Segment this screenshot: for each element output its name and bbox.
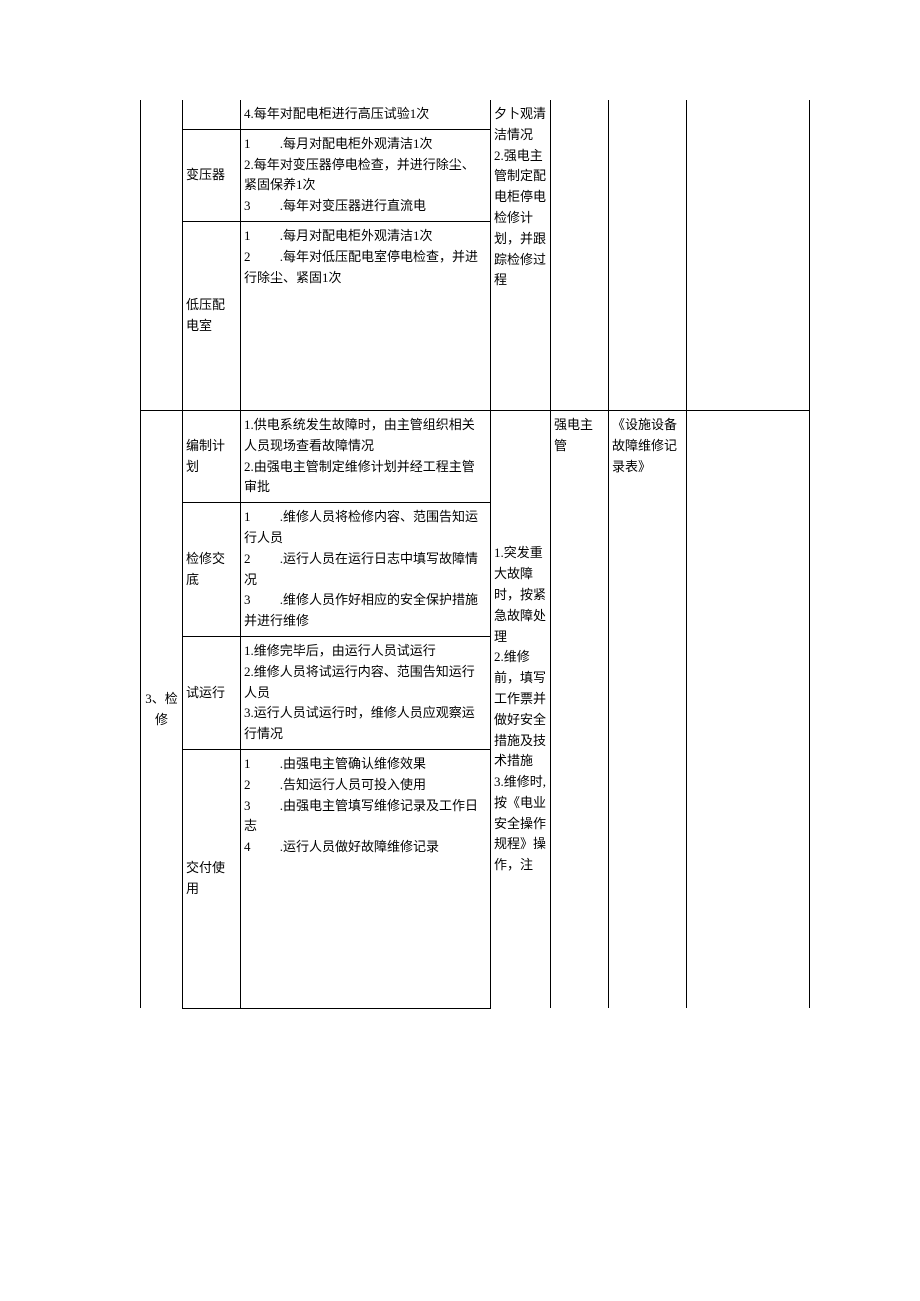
subitem-label: 检修交底 — [183, 503, 241, 637]
table-row: 4.每年对配电柜进行高压试验1次 夕卜观清洁情况 2.强电主管制定配电柜停电检修… — [141, 100, 810, 129]
empty-cell — [687, 410, 810, 1008]
form-cell — [609, 100, 687, 410]
procedure-cell: 1.供电系统发生故障时，由主管组织相关人员现场查看故障情况 2.由强电主管制定维… — [241, 410, 491, 502]
note-cell: 夕卜观清洁情况 2.强电主管制定配电柜停电检修计划，并跟踪检修过程 — [491, 100, 551, 410]
subitem-label: 编制计划 — [183, 410, 241, 502]
procedure-cell: 1.维修完毕后，由运行人员试运行 2.维修人员将试运行内容、范围告知运行人员 3… — [241, 636, 491, 749]
empty-cell — [687, 100, 810, 410]
procedure-cell: 1 .每月对配电柜外观清洁1次 2.每年对变压器停电检查，并进行除尘、紧固保养1… — [241, 129, 491, 221]
procedure-cell: 1 .每月对配电柜外观清洁1次 2 .每年对低压配电室停电检查，并进行除尘、紧固… — [241, 221, 491, 410]
subitem-label — [183, 100, 241, 129]
procedure-cell: 4.每年对配电柜进行高压试验1次 — [241, 100, 491, 129]
subitem-label: 试运行 — [183, 636, 241, 749]
subitem-label: 交付使用 — [183, 749, 241, 1008]
subitem-label: 变压器 — [183, 129, 241, 221]
main-table: 4.每年对配电柜进行高压试验1次 夕卜观清洁情况 2.强电主管制定配电柜停电检修… — [140, 100, 810, 1009]
section-label — [141, 100, 183, 410]
page: 4.每年对配电柜进行高压试验1次 夕卜观清洁情况 2.强电主管制定配电柜停电检修… — [0, 0, 920, 1301]
responsible-cell: 强电主管 — [551, 410, 609, 1008]
procedure-cell: 1 .维修人员将检修内容、范围告知运行人员 2 .运行人员在运行日志中填写故障情… — [241, 503, 491, 637]
procedure-cell: 1 .由强电主管确认维修效果 2 .告知运行人员可投入使用 3 .由强电主管填写… — [241, 749, 491, 1008]
section-label: 3、检修 — [141, 410, 183, 1008]
subitem-label: 低压配电室 — [183, 221, 241, 410]
note-cell: 1.突发重大故障时，按紧急故障处理 2.维修前，填写工作票并做好安全措施及技术措… — [491, 410, 551, 1008]
table-row: 3、检修 编制计划 1.供电系统发生故障时，由主管组织相关人员现场查看故障情况 … — [141, 410, 810, 502]
form-cell: 《设施设备故障维修记录表》 — [609, 410, 687, 1008]
responsible-cell — [551, 100, 609, 410]
